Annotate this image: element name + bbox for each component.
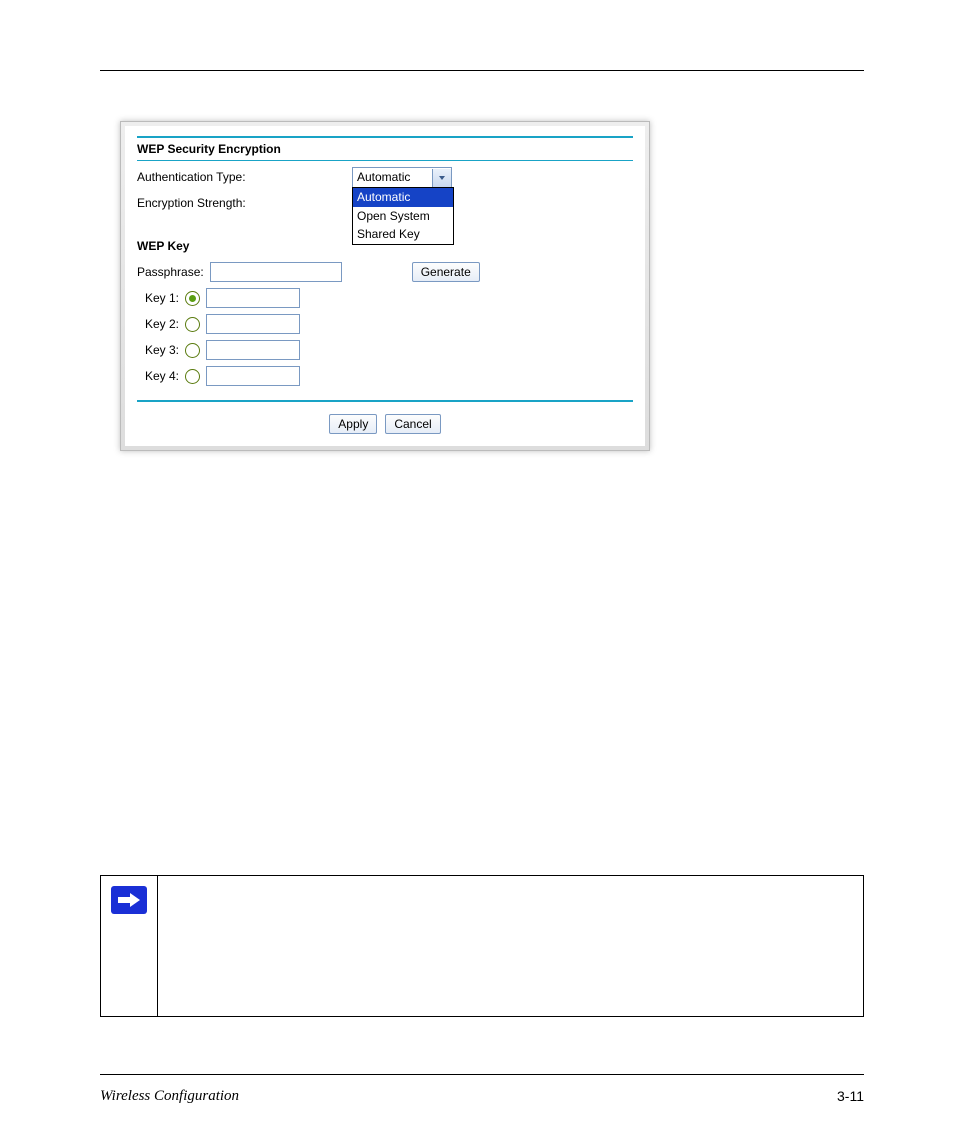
key-label: Key 3:: [137, 342, 179, 359]
note-box: [100, 875, 864, 1017]
footer-section-title: Wireless Configuration: [100, 1088, 239, 1105]
document-page: WEP Security Encryption Authentication T…: [0, 0, 954, 1145]
auth-type-dropdown[interactable]: Automatic Automatic Open System Shared K…: [352, 167, 452, 189]
divider: [137, 400, 633, 402]
key-row-1: Key 1:: [137, 288, 633, 308]
key-1-input[interactable]: [206, 288, 300, 308]
dropdown-list: Automatic Open System Shared Key: [352, 187, 454, 245]
wep-config-panel: WEP Security Encryption Authentication T…: [125, 126, 645, 446]
chevron-down-icon[interactable]: [432, 169, 451, 187]
key-4-radio[interactable]: [185, 369, 200, 384]
key-row-2: Key 2:: [137, 314, 633, 334]
screenshot-frame: WEP Security Encryption Authentication T…: [120, 121, 650, 451]
key-label: Key 4:: [137, 368, 179, 385]
key-4-input[interactable]: [206, 366, 300, 386]
dropdown-selected-value: Automatic: [357, 169, 410, 186]
bottom-rule: [100, 1074, 864, 1075]
cancel-button[interactable]: Cancel: [385, 414, 440, 434]
key-3-radio[interactable]: [185, 343, 200, 358]
page-footer: Wireless Configuration 3-11: [100, 1088, 864, 1105]
wep-keys-group: Key 1: Key 2: Key 3: Key 4:: [137, 288, 633, 386]
auth-type-row: Authentication Type: Automatic Automatic…: [137, 167, 633, 189]
note-icon-cell: [101, 876, 158, 1016]
key-2-radio[interactable]: [185, 317, 200, 332]
passphrase-input[interactable]: [210, 262, 342, 282]
key-3-input[interactable]: [206, 340, 300, 360]
key-label: Key 1:: [137, 290, 179, 307]
passphrase-row: Passphrase: Generate: [137, 262, 633, 282]
key-2-input[interactable]: [206, 314, 300, 334]
generate-button[interactable]: Generate: [412, 262, 480, 282]
dropdown-option-shared-key[interactable]: Shared Key: [353, 225, 453, 244]
key-1-radio[interactable]: [185, 291, 200, 306]
passphrase-label: Passphrase:: [137, 264, 204, 281]
note-body: [158, 876, 863, 1016]
dropdown-option-automatic[interactable]: Automatic: [353, 188, 453, 207]
encryption-strength-label: Encryption Strength:: [137, 195, 352, 212]
footer-page-number: 3-11: [837, 1088, 864, 1105]
panel-heading: WEP Security Encryption: [137, 136, 633, 161]
apply-button[interactable]: Apply: [329, 414, 377, 434]
key-row-4: Key 4:: [137, 366, 633, 386]
top-rule: [100, 70, 864, 71]
key-label: Key 2:: [137, 316, 179, 333]
dropdown-option-open-system[interactable]: Open System: [353, 207, 453, 226]
auth-type-label: Authentication Type:: [137, 169, 352, 186]
dropdown-button[interactable]: Automatic: [352, 167, 452, 189]
key-row-3: Key 3:: [137, 340, 633, 360]
panel-footer-buttons: Apply Cancel: [137, 414, 633, 434]
arrow-right-icon: [111, 886, 147, 914]
